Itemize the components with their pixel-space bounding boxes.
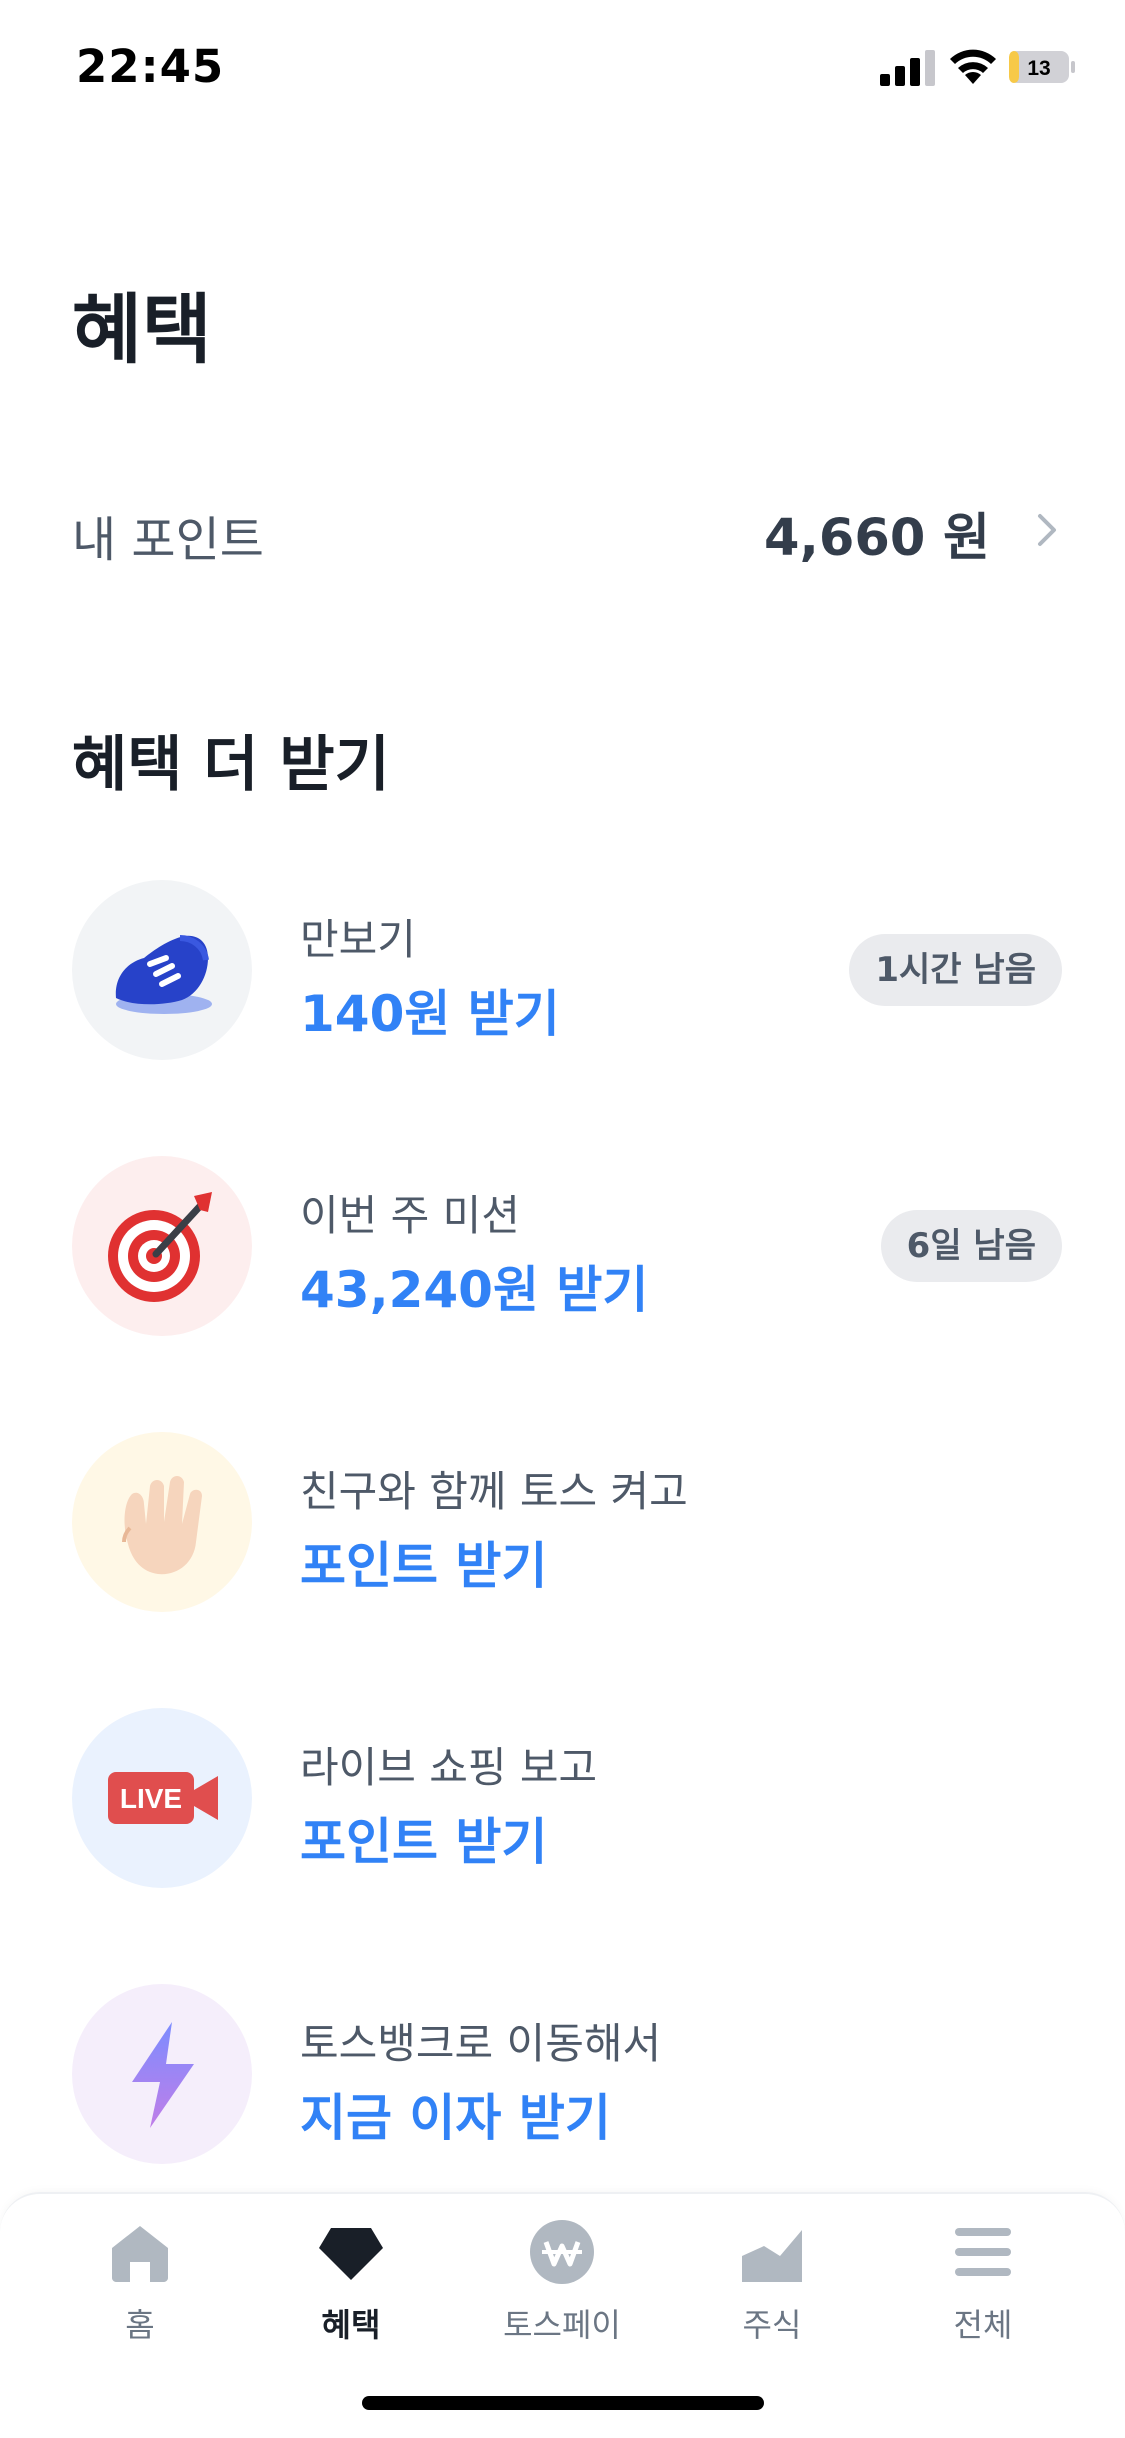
menu-icon xyxy=(955,2228,1011,2276)
status-time: 22:45 xyxy=(76,40,225,93)
tab-toss-pay[interactable]: 토스페이 xyxy=(487,2218,637,2358)
item-action: 43,240원 받기 xyxy=(300,1261,649,1319)
item-subtitle: 이번 주 미션 xyxy=(300,1191,520,1240)
page-title: 혜택 xyxy=(72,285,212,374)
list-item-toss-bank[interactable]: 토스뱅크로 이동해서 지금 이자 받기 xyxy=(72,1984,1062,2166)
shoe-icon xyxy=(72,880,252,1060)
section-title: 혜택 더 받기 xyxy=(72,730,390,800)
target-icon xyxy=(72,1156,252,1336)
time-left-badge: 6일 남음 xyxy=(880,1210,1062,1282)
list-item-weekly-mission[interactable]: 이번 주 미션 43,240원 받기 6일 남음 xyxy=(72,1156,1062,1338)
item-action: 포인트 받기 xyxy=(300,1813,548,1871)
item-action: 140원 받기 xyxy=(300,985,560,1043)
tab-all[interactable]: 전체 xyxy=(908,2218,1058,2358)
list-item-pedometer[interactable]: 만보기 140원 받기 1시간 남음 xyxy=(72,880,1062,1062)
points-value: 4,660 원 xyxy=(764,509,990,568)
home-icon xyxy=(112,2226,168,2282)
cellular-signal-icon xyxy=(880,50,935,86)
chevron-right-icon xyxy=(1038,514,1056,546)
item-action: 지금 이자 받기 xyxy=(300,2089,611,2147)
tab-label: 홈 xyxy=(125,2306,155,2344)
lightning-icon xyxy=(72,1984,252,2164)
list-item-live-shopping[interactable]: LIVE 라이브 쇼핑 보고 포인트 받기 xyxy=(72,1708,1062,1890)
battery-level: 13 xyxy=(1027,57,1050,80)
my-points-row[interactable]: 내 포인트 4,660 원 xyxy=(72,490,1062,570)
tab-stocks[interactable]: 주식 xyxy=(697,2218,847,2358)
home-indicator xyxy=(362,2396,764,2410)
wifi-icon xyxy=(950,49,996,84)
won-coin-icon xyxy=(530,2220,594,2284)
battery-icon: 13 xyxy=(1009,51,1075,83)
tab-label: 토스페이 xyxy=(503,2306,621,2344)
tab-label: 전체 xyxy=(953,2306,1013,2344)
tab-label: 혜택 xyxy=(321,2306,381,2344)
live-label: LIVE xyxy=(120,1783,182,1814)
live-camera-icon: LIVE xyxy=(72,1708,252,1888)
waving-hand-icon xyxy=(72,1432,252,1612)
points-label: 내 포인트 xyxy=(72,512,264,568)
item-action: 포인트 받기 xyxy=(300,1537,548,1595)
tab-benefits[interactable]: 혜택 xyxy=(276,2218,426,2358)
stock-chart-icon xyxy=(742,2230,802,2282)
item-subtitle: 토스뱅크로 이동해서 xyxy=(300,2019,662,2068)
gem-icon xyxy=(319,2228,383,2280)
list-item-invite-friend[interactable]: 친구와 함께 토스 켜고 포인트 받기 xyxy=(72,1432,1062,1614)
item-subtitle: 친구와 함께 토스 켜고 xyxy=(300,1467,688,1516)
status-bar: 22:45 13 xyxy=(0,0,1125,140)
item-subtitle: 라이브 쇼핑 보고 xyxy=(300,1743,598,1792)
tab-home[interactable]: 홈 xyxy=(65,2218,215,2358)
time-left-badge: 1시간 남음 xyxy=(849,934,1062,1006)
item-subtitle: 만보기 xyxy=(300,915,416,964)
tab-label: 주식 xyxy=(742,2306,802,2344)
